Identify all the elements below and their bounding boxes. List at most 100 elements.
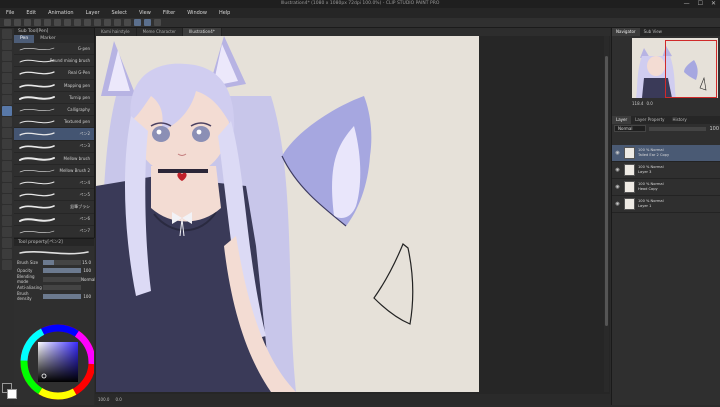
- menu-edit[interactable]: Edit: [20, 10, 42, 16]
- move-layer-tool-icon[interactable]: [2, 62, 12, 72]
- eraser-tool-icon[interactable]: [2, 161, 12, 171]
- selection-launcher-icon[interactable]: [114, 19, 121, 26]
- subtool-tab-pen[interactable]: Pen: [14, 35, 35, 43]
- balloon-tool-icon[interactable]: [2, 249, 12, 259]
- tab-sub-view[interactable]: Sub View: [640, 28, 666, 36]
- close-button[interactable]: ✕: [711, 0, 716, 7]
- eyedropper-tool-icon[interactable]: [2, 95, 12, 105]
- snap-perspective-icon[interactable]: [154, 19, 161, 26]
- layer-row[interactable]: ◉ 100 % Normal Layer 1: [612, 196, 720, 213]
- brush-item[interactable]: Textured pen: [14, 116, 94, 129]
- property-value[interactable]: 100: [81, 294, 91, 299]
- menu-file[interactable]: File: [0, 10, 20, 16]
- doc-tab-1[interactable]: Kami hairstyle: [95, 28, 137, 36]
- brush-item[interactable]: ペン4: [14, 177, 94, 190]
- operation-tool-icon[interactable]: [2, 51, 12, 61]
- property-value[interactable]: 15.0: [81, 260, 91, 265]
- property-slider[interactable]: [43, 293, 81, 299]
- property-slider[interactable]: [43, 285, 81, 291]
- snap-ruler-icon[interactable]: [134, 19, 141, 26]
- frame-tool-icon[interactable]: [2, 216, 12, 226]
- property-row[interactable]: Blending mode Normal: [14, 274, 95, 284]
- brush-item[interactable]: ペン3: [14, 141, 94, 153]
- sub-color-swatch[interactable]: [7, 389, 17, 399]
- tab-history[interactable]: History: [669, 116, 691, 124]
- color-wheel[interactable]: [14, 320, 96, 405]
- minimize-button[interactable]: —: [684, 0, 690, 7]
- navigator-view-frame[interactable]: [665, 40, 717, 98]
- menu-filter[interactable]: Filter: [157, 10, 181, 16]
- menu-view[interactable]: View: [133, 10, 157, 16]
- brush-tool-icon[interactable]: [2, 128, 12, 138]
- snap-icon[interactable]: [124, 19, 131, 26]
- redo-icon[interactable]: [44, 19, 51, 26]
- brush-item[interactable]: ペン5: [14, 189, 94, 202]
- brush-item[interactable]: ペン2: [14, 128, 94, 141]
- property-slider[interactable]: [43, 276, 81, 282]
- brush-item[interactable]: Mapping pen: [14, 80, 94, 92]
- property-value[interactable]: 100: [81, 268, 91, 273]
- pencil-tool-icon[interactable]: [2, 117, 12, 127]
- menu-window[interactable]: Window: [181, 10, 213, 16]
- fill-tool-icon[interactable]: [2, 183, 12, 193]
- canvas-vertical-scrollbar[interactable]: [604, 36, 609, 392]
- navigator-zoom-value[interactable]: 118.4: [632, 101, 643, 106]
- doc-tab-3[interactable]: Illustration4*: [182, 28, 222, 36]
- tab-layer-property[interactable]: Layer Property: [631, 116, 668, 124]
- eye-icon[interactable]: ◉: [614, 184, 621, 190]
- clear-icon[interactable]: [54, 19, 61, 26]
- brush-item[interactable]: G-pen: [14, 43, 94, 56]
- subtool-tab-marker[interactable]: Marker: [34, 35, 62, 43]
- auto-select-tool-icon[interactable]: [2, 84, 12, 94]
- maximize-button[interactable]: ☐: [698, 0, 703, 7]
- status-angle[interactable]: 0.0: [115, 397, 121, 402]
- fill-icon[interactable]: [64, 19, 71, 26]
- snap-grid-icon[interactable]: [144, 19, 151, 26]
- menu-layer[interactable]: Layer: [80, 10, 106, 16]
- text-tool-icon[interactable]: [2, 238, 12, 248]
- gradient-tool-icon[interactable]: [2, 194, 12, 204]
- save-icon[interactable]: [24, 19, 31, 26]
- layer-row[interactable]: ◉ 100 % Normal Head Copy: [612, 179, 720, 196]
- transform-icon[interactable]: [74, 19, 81, 26]
- menu-help[interactable]: Help: [213, 10, 236, 16]
- crop-icon[interactable]: [104, 19, 111, 26]
- brush-item[interactable]: Mellow Brush 2: [14, 165, 94, 178]
- new-file-icon[interactable]: [4, 19, 11, 26]
- brush-item[interactable]: Round mixing brush: [14, 55, 94, 68]
- brush-item[interactable]: Turnip pen: [14, 92, 94, 104]
- tab-layer[interactable]: Layer: [612, 116, 632, 124]
- layer-opacity-slider[interactable]: [649, 126, 707, 131]
- scroll-thumb[interactable]: [605, 56, 608, 326]
- drawing-canvas[interactable]: [96, 36, 479, 392]
- eye-icon[interactable]: ◉: [614, 150, 621, 156]
- brush-item[interactable]: Real G-Pen: [14, 67, 94, 80]
- brush-item[interactable]: ペン7: [14, 226, 94, 238]
- brush-item[interactable]: Mellow brush: [14, 153, 94, 165]
- menu-select[interactable]: Select: [106, 10, 133, 16]
- ruler-tool-icon[interactable]: [2, 227, 12, 237]
- undo-icon[interactable]: [34, 19, 41, 26]
- eye-icon[interactable]: ◉: [614, 167, 621, 173]
- blend-mode-select[interactable]: Normal: [614, 125, 646, 132]
- property-value[interactable]: Normal: [81, 277, 95, 282]
- zoom-tool-icon[interactable]: [2, 29, 12, 39]
- layer-row[interactable]: ◉ 100 % Normal Layer 3: [612, 162, 720, 179]
- brush-item[interactable]: ペン6: [14, 214, 94, 226]
- menu-animation[interactable]: Animation: [42, 10, 80, 16]
- airbrush-tool-icon[interactable]: [2, 139, 12, 149]
- decoration-tool-icon[interactable]: [2, 150, 12, 160]
- correct-line-tool-icon[interactable]: [2, 260, 12, 270]
- pen-tool-icon[interactable]: [2, 106, 12, 116]
- status-zoom[interactable]: 100.0: [98, 397, 109, 402]
- brush-item[interactable]: Calligraphy: [14, 104, 94, 117]
- property-slider[interactable]: [43, 259, 81, 265]
- layer-opacity-value[interactable]: 100: [709, 126, 719, 132]
- eye-icon[interactable]: ◉: [614, 201, 621, 207]
- layer-row[interactable]: ◉ 100 % Normal Tailed Ear 2 Copy: [612, 145, 720, 162]
- property-row[interactable]: Brush Size 15.0: [14, 258, 94, 267]
- figure-tool-icon[interactable]: [2, 205, 12, 215]
- tab-navigator[interactable]: Navigator: [612, 28, 640, 36]
- invert-selection-icon[interactable]: [94, 19, 101, 26]
- move-tool-icon[interactable]: [2, 40, 12, 50]
